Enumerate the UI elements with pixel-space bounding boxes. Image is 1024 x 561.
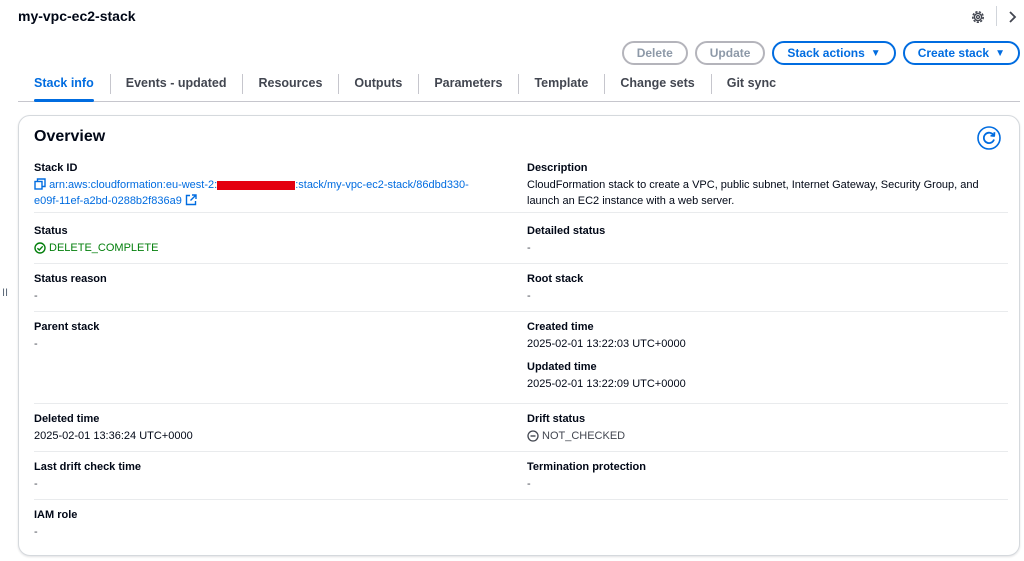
tab-parameters[interactable]: Parameters xyxy=(418,70,518,101)
tab-events[interactable]: Events - updated xyxy=(109,70,243,101)
overview-row: Parent stack - Created time 2025-02-01 1… xyxy=(34,320,1008,404)
overview-row: Deleted time 2025-02-01 13:36:24 UTC+000… xyxy=(34,412,1008,452)
last-drift-check-label: Last drift check time xyxy=(34,461,141,473)
redacted-account-id xyxy=(217,180,296,190)
success-check-icon xyxy=(34,242,46,254)
stack-id-arn-line2[interactable]: e09f-11ef-a2bd-0288b2f836a9 xyxy=(34,195,182,207)
caret-down-icon: ▼ xyxy=(870,47,881,59)
caret-down-icon: ▼ xyxy=(995,47,1005,59)
delete-button-label: Delete xyxy=(636,46,673,60)
root-stack-field: Root stack - xyxy=(527,272,997,304)
updated-time-value: 2025-02-01 13:22:09 UTC+0000 xyxy=(527,378,686,390)
stack-actions-label: Stack actions xyxy=(787,46,865,60)
updated-time-label: Updated time xyxy=(527,361,597,373)
stack-id-label: Stack ID xyxy=(34,162,78,174)
tab-stack-info[interactable]: Stack info xyxy=(18,70,110,102)
status-text: DELETE_COMPLETE xyxy=(49,242,159,254)
created-time-value: 2025-02-01 13:22:03 UTC+0000 xyxy=(527,338,686,350)
detailed-status-value: - xyxy=(527,242,531,254)
page-title: my-vpc-ec2-stack xyxy=(18,8,136,24)
termination-protection-field: Termination protection - xyxy=(527,460,997,492)
detailed-status-field: Detailed status - xyxy=(527,224,997,256)
parent-stack-label: Parent stack xyxy=(34,321,100,333)
header-divider xyxy=(996,6,997,26)
create-stack-button[interactable]: Create stack ▼ xyxy=(902,41,1020,65)
overview-row: Status DELETE_COMPLETE Detailed status - xyxy=(34,224,1008,264)
drift-status-label: Drift status xyxy=(527,413,586,425)
drift-status-field: Drift status NOT_CHECKED xyxy=(527,412,997,444)
status-reason-field: Status reason - xyxy=(34,272,504,304)
stack-id-value[interactable]: arn:aws:cloudformation:eu-west-2: :stack/… xyxy=(34,177,504,209)
create-stack-label: Create stack xyxy=(917,46,990,60)
status-value: DELETE_COMPLETE xyxy=(34,240,504,256)
detailed-status-label: Detailed status xyxy=(527,225,606,237)
not-checked-icon xyxy=(527,430,539,442)
page-header: my-vpc-ec2-stack xyxy=(0,0,1024,34)
tab-template[interactable]: Template xyxy=(518,70,604,101)
status-reason-value: - xyxy=(34,290,38,302)
stack-actions-button[interactable]: Stack actions ▼ xyxy=(772,41,896,65)
status-field: Status DELETE_COMPLETE xyxy=(34,224,504,256)
stack-id-arn-suffix[interactable]: :stack/my-vpc-ec2-stack/86dbd330- xyxy=(295,179,469,191)
iam-role-field: IAM role - xyxy=(34,508,504,540)
status-label: Status xyxy=(34,225,68,237)
deleted-time-field: Deleted time 2025-02-01 13:36:24 UTC+000… xyxy=(34,412,504,444)
overview-panel: Overview Stack ID arn:aws:cloudformation… xyxy=(18,115,1020,556)
tab-outputs[interactable]: Outputs xyxy=(338,70,418,101)
root-stack-label: Root stack xyxy=(527,273,584,285)
termination-protection-label: Termination protection xyxy=(527,461,646,473)
drift-status-text: NOT_CHECKED xyxy=(542,430,626,442)
description-field: Description CloudFormation stack to crea… xyxy=(527,161,997,209)
tab-change-sets[interactable]: Change sets xyxy=(604,70,710,101)
stack-id-arn-prefix[interactable]: arn:aws:cloudformation:eu-west-2: xyxy=(49,179,217,191)
deleted-time-label: Deleted time xyxy=(34,413,100,425)
gear-icon[interactable] xyxy=(970,9,986,25)
tab-bar: Stack info Events - updated Resources Ou… xyxy=(18,70,1020,102)
parent-stack-value: - xyxy=(34,338,38,350)
chevron-right-icon[interactable] xyxy=(1008,9,1018,25)
iam-role-value: - xyxy=(34,526,38,538)
overview-row: Stack ID arn:aws:cloudformation:eu-west-… xyxy=(34,161,1008,213)
stack-actions-toolbar: Delete Update Stack actions ▼ Create stac… xyxy=(621,41,1020,65)
last-drift-check-value: - xyxy=(34,478,38,490)
parent-stack-field: Parent stack - xyxy=(34,320,504,352)
description-value: CloudFormation stack to create a VPC, pu… xyxy=(527,179,979,207)
drift-status-value: NOT_CHECKED xyxy=(527,428,997,444)
created-time-field: Created time 2025-02-01 13:22:03 UTC+000… xyxy=(527,320,997,392)
created-time-label: Created time xyxy=(527,321,594,333)
overview-title: Overview xyxy=(34,128,106,145)
update-button-label: Update xyxy=(709,46,751,60)
root-stack-value: - xyxy=(527,290,531,302)
panel-resize-handle[interactable]: II xyxy=(2,287,8,299)
termination-protection-value: - xyxy=(527,478,531,490)
overview-row: IAM role - xyxy=(34,508,1008,548)
external-link-icon[interactable] xyxy=(185,194,197,206)
description-label: Description xyxy=(527,162,588,174)
status-reason-label: Status reason xyxy=(34,273,107,285)
tab-resources[interactable]: Resources xyxy=(242,70,338,101)
deleted-time-value: 2025-02-01 13:36:24 UTC+0000 xyxy=(34,430,193,442)
update-button[interactable]: Update xyxy=(694,41,766,65)
tab-git-sync[interactable]: Git sync xyxy=(710,70,792,101)
iam-role-label: IAM role xyxy=(34,509,78,521)
overview-row: Status reason - Root stack - xyxy=(34,272,1008,312)
stack-id-field: Stack ID arn:aws:cloudformation:eu-west-… xyxy=(34,161,504,209)
delete-button[interactable]: Delete xyxy=(621,41,688,65)
last-drift-check-field: Last drift check time - xyxy=(34,460,504,492)
overview-row: Last drift check time - Termination prot… xyxy=(34,460,1008,500)
refresh-icon[interactable] xyxy=(977,126,1001,150)
copy-icon[interactable] xyxy=(34,178,46,190)
